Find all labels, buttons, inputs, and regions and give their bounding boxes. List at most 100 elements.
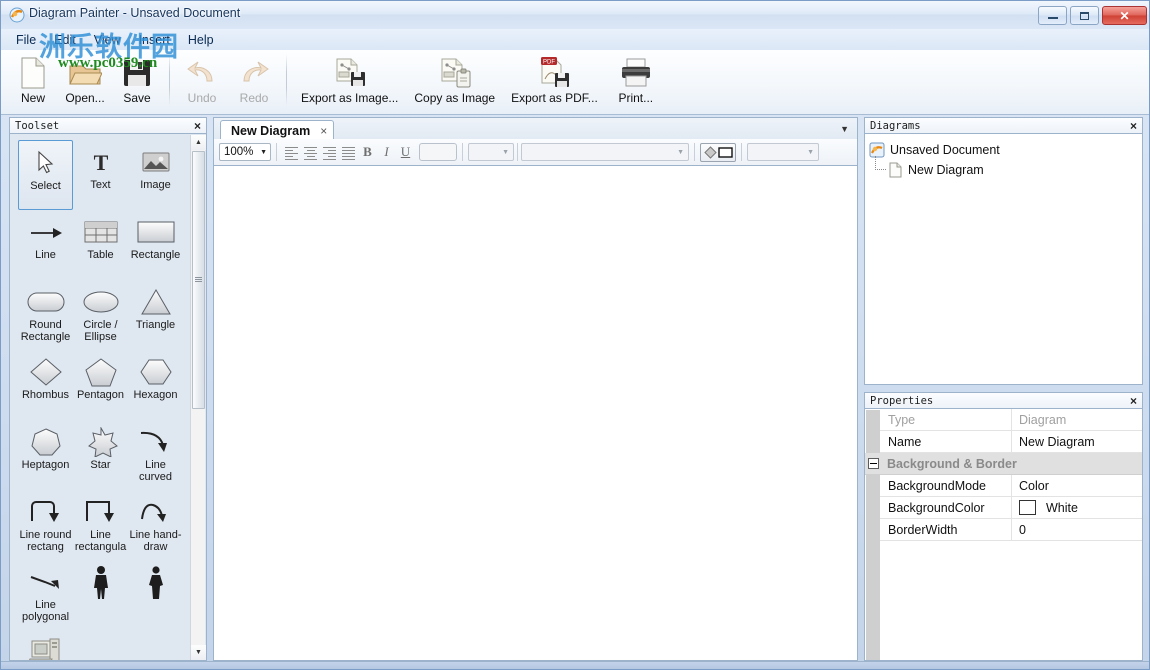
copy-as-image-button[interactable]: Copy as Image [406,50,503,112]
rectangle-shape-icon [136,215,176,249]
tool-hexagon[interactable]: Hexagon [128,350,183,420]
menu-item-file[interactable]: File [7,31,45,49]
property-row-borderwidth[interactable]: BorderWidth 0 [880,519,1142,541]
tool-line-rectangular[interactable]: Line rectangula [73,490,128,560]
svg-text:T: T [93,150,108,175]
menu-item-edit[interactable]: Edit [45,31,85,49]
redo-button[interactable]: Redo [228,50,280,112]
close-button[interactable]: ✕ [1102,6,1147,25]
tool-select[interactable]: Select [18,140,73,210]
property-value: Diagram [1019,412,1067,427]
align-center-button[interactable] [301,143,320,162]
property-value[interactable]: New Diagram [1012,431,1142,452]
copy-image-icon [438,55,472,91]
property-row-backgroundcolor[interactable]: BackgroundColor White [880,497,1142,519]
scroll-down-icon[interactable]: ▼ [191,645,206,660]
print-button[interactable]: Print... [606,50,666,112]
italic-button[interactable]: I [377,143,396,162]
tool-ellipse[interactable]: Circle / Ellipse [73,280,128,350]
tool-heptagon[interactable]: Heptagon [18,420,73,490]
fill-style-button[interactable] [700,142,736,162]
tab-close-icon[interactable]: × [320,124,327,138]
tab-strip: New Diagram × ▼ [213,117,858,141]
chevron-down-icon: ▼ [807,148,814,156]
menu-item-view[interactable]: View [85,31,130,49]
tool-line[interactable]: Line [18,210,73,280]
zoom-select[interactable]: 100% ▼ [219,143,271,161]
property-value-color[interactable]: White [1012,497,1142,518]
diagram-canvas[interactable] [213,165,858,661]
export-as-pdf-button[interactable]: PDF Export as PDF... [503,50,606,112]
undo-button[interactable]: Undo [176,50,228,112]
tool-label: Round Rectangle [20,319,71,343]
export-as-image-button[interactable]: Export as Image... [293,50,406,112]
font-color-button[interactable] [419,143,457,161]
heptagon-shape-icon [29,425,63,459]
tool-computer[interactable] [18,630,73,660]
chevron-down-icon: ▼ [502,148,509,156]
tool-line-hand-draw[interactable]: Line hand-draw [128,490,183,560]
property-category-background-border[interactable]: Background & Border [865,453,1142,475]
underline-button[interactable]: U [396,143,415,162]
tree-item-label: New Diagram [908,163,984,177]
tool-star[interactable]: Star [73,420,128,490]
open-button[interactable]: Open... [59,50,111,112]
tool-triangle[interactable]: Triangle [128,280,183,350]
tool-rhombus[interactable]: Rhombus [18,350,73,420]
scrollbar-thumb[interactable] [192,151,205,409]
tool-round-rectangle[interactable]: Round Rectangle [18,280,73,350]
font-name-select[interactable]: ▼ [521,143,689,161]
tool-line-polygonal[interactable]: Line polygonal [18,560,73,630]
maximize-button[interactable] [1070,6,1099,25]
property-row-type: Type Diagram [880,409,1142,431]
bold-button[interactable]: B [358,143,377,162]
tool-person-woman[interactable] [128,560,183,630]
scroll-up-icon[interactable]: ▲ [191,135,206,150]
property-name: BackgroundMode [880,475,1012,496]
property-value[interactable]: 0 [1012,519,1142,540]
new-button[interactable]: New [7,50,59,112]
minimize-button[interactable] [1038,6,1067,25]
tool-label: Line hand-draw [129,529,182,553]
diagrams-close-icon[interactable]: × [1128,120,1139,132]
property-row-backgroundmode[interactable]: BackgroundMode Color [880,475,1142,497]
tool-line-curved[interactable]: Line curved [128,420,183,490]
font-size-select[interactable]: ▼ [468,143,514,161]
tool-label: Circle / Ellipse [83,319,118,343]
tree-item-new-diagram[interactable]: New Diagram [869,156,1138,180]
menu-item-help[interactable]: Help [179,31,223,49]
tab-new-diagram[interactable]: New Diagram × [220,120,335,141]
property-category-label: Background & Border [887,456,1017,471]
align-left-button[interactable] [282,143,301,162]
tool-rectangle[interactable]: Rectangle [128,210,183,280]
property-name: Type [880,409,1012,430]
tool-image[interactable]: Image [128,140,183,210]
menu-item-insert[interactable]: Insert [130,31,179,49]
toolset-caption-label: Toolset [15,119,60,132]
print-button-label: Print... [618,91,654,105]
tool-table[interactable]: Table [73,210,128,280]
property-value[interactable]: Color [1012,475,1142,496]
tool-person-man[interactable] [73,560,128,630]
tree-connector [875,156,886,170]
collapse-icon[interactable] [868,458,879,469]
align-justify-button[interactable] [339,143,358,162]
diagrams-caption: Diagrams × [864,117,1143,134]
tool-text[interactable]: T Text [73,140,128,210]
toolset-scrollbar[interactable]: ▲ ▼ [190,135,206,660]
property-row-name[interactable]: Name New Diagram [880,431,1142,453]
toolbar-separator-1 [169,54,170,106]
property-value: White [1046,500,1078,515]
toolset-close-icon[interactable]: × [192,120,203,132]
window-title: Diagram Painter - Unsaved Document [29,6,241,20]
properties-close-icon[interactable]: × [1128,395,1139,407]
tool-label: Rhombus [21,389,70,401]
tree-item-unsaved-document[interactable]: Unsaved Document [869,140,1138,160]
line-style-select[interactable]: ▼ [747,143,819,161]
tool-pentagon[interactable]: Pentagon [73,350,128,420]
chevron-down-icon[interactable]: ▼ [840,124,849,134]
tool-label: Heptagon [21,459,70,471]
tool-line-round-rectangular[interactable]: Line round rectang [18,490,73,560]
save-button[interactable]: Save [111,50,163,112]
align-right-button[interactable] [320,143,339,162]
